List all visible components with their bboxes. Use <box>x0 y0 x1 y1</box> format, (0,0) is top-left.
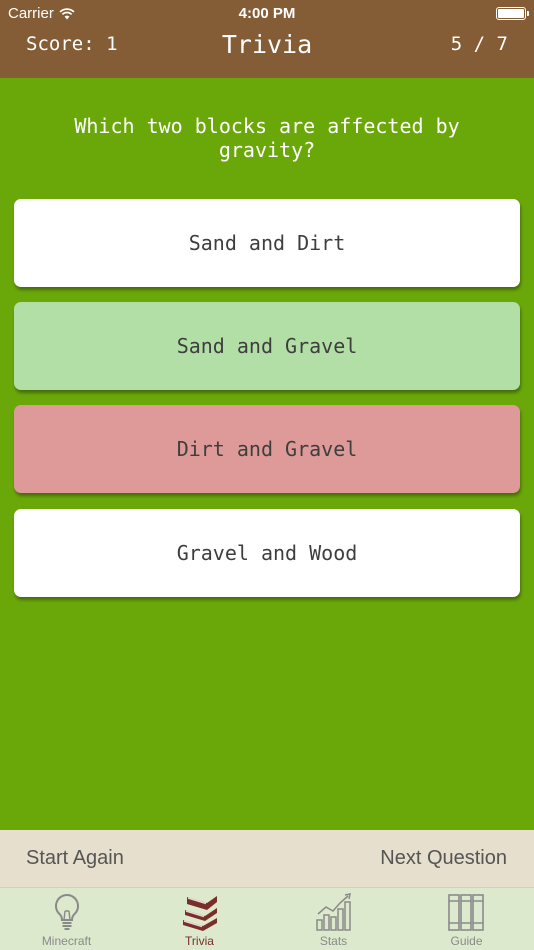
start-again-button[interactable]: Start Again <box>26 847 124 870</box>
question-progress: 5 / 7 <box>450 33 508 55</box>
score-label: Score: 1 <box>26 33 118 55</box>
answer-button-4[interactable]: Gravel and Wood <box>14 509 520 597</box>
tab-stats[interactable]: Stats <box>267 888 400 950</box>
bar-chart-icon <box>315 893 351 931</box>
header-bar: Carrier 4:00 PM Score: 1 Trivia 5 / 7 <box>0 0 534 78</box>
lightbulb-icon <box>54 893 79 930</box>
status-time: 4:00 PM <box>238 5 296 22</box>
tab-label: Guide <box>450 934 483 948</box>
tab-label: Minecraft <box>41 934 92 948</box>
action-bar: Start Again Next Question <box>0 830 534 887</box>
tab-label: Trivia <box>185 934 214 948</box>
tab-label: Stats <box>319 934 348 948</box>
next-question-button[interactable]: Next Question <box>380 847 507 870</box>
tab-bar: Minecraft Trivia Stats Guide <box>0 887 534 950</box>
bookshelf-icon <box>447 894 484 931</box>
battery-icon <box>496 7 529 20</box>
answer-button-2[interactable]: Sand and Gravel <box>14 302 520 390</box>
tab-minecraft[interactable]: Minecraft <box>0 888 133 950</box>
question-text: Which two blocks are affected by gravity… <box>74 114 460 162</box>
tab-guide[interactable]: Guide <box>400 888 533 950</box>
answer-button-1[interactable]: Sand and Dirt <box>14 199 520 287</box>
tab-trivia[interactable]: Trivia <box>133 888 266 950</box>
books-icon <box>182 896 217 931</box>
answer-button-3[interactable]: Dirt and Gravel <box>14 405 520 493</box>
